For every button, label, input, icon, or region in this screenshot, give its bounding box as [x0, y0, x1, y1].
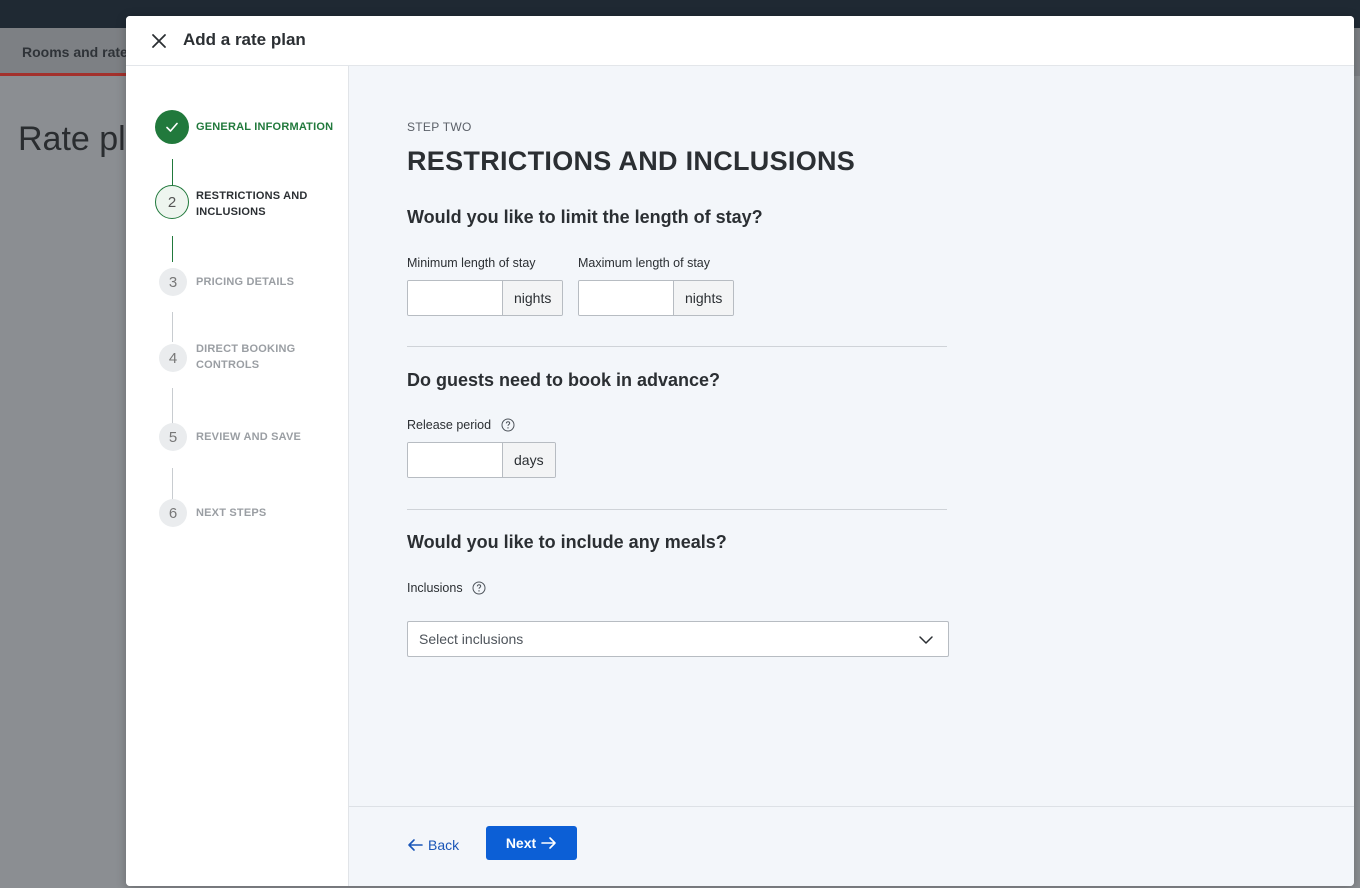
step-label: NEXT STEPS	[196, 507, 267, 519]
nights-addon: nights	[673, 281, 734, 315]
modal-title: Add a rate plan	[183, 30, 306, 49]
inclusions-label-row: Inclusions	[407, 581, 486, 595]
step-connector	[172, 236, 173, 262]
max-length-label: Maximum length of stay	[578, 256, 710, 270]
section-divider	[407, 509, 947, 510]
release-period-label-row: Release period	[407, 418, 515, 432]
next-button[interactable]: Next	[486, 826, 577, 860]
modal-footer: Back Next	[349, 806, 1354, 886]
next-label: Next	[505, 835, 537, 851]
step-number: 2	[155, 185, 189, 219]
stepper: GENERAL INFORMATION 2 RESTRICTIONS AND I…	[126, 66, 349, 886]
section-title: RESTRICTIONS AND INCLUSIONS	[407, 146, 856, 176]
inclusions-label: Inclusions	[407, 581, 463, 595]
form-content: STEP TWO RESTRICTIONS AND INCLUSIONS Wou…	[349, 66, 1354, 806]
inclusions-placeholder: Select inclusions	[419, 631, 524, 647]
step-kicker: STEP TWO	[407, 120, 472, 134]
section-divider	[407, 346, 947, 347]
step-number: 4	[159, 344, 187, 372]
step-number: 6	[159, 499, 187, 527]
step-connector	[172, 312, 173, 342]
release-period-input[interactable]	[408, 443, 502, 477]
step-label: DIRECT BOOKING CONTROLS	[196, 343, 296, 371]
back-button[interactable]: Back	[407, 833, 459, 857]
max-length-group: nights	[578, 280, 735, 316]
help-icon[interactable]	[501, 418, 515, 432]
back-label: Back	[428, 837, 460, 853]
min-length-group: nights	[407, 280, 564, 316]
nights-addon: nights	[502, 281, 563, 315]
modal-header: Add a rate plan	[126, 16, 1354, 66]
release-period-label: Release period	[407, 418, 492, 432]
step-number: 3	[159, 268, 187, 296]
length-of-stay-question: Would you like to limit the length of st…	[407, 207, 763, 227]
step-number: 5	[159, 423, 187, 451]
step-label: RESTRICTIONS AND INCLUSIONS	[196, 190, 308, 218]
min-length-label: Minimum length of stay	[407, 256, 536, 270]
step-label: PRICING DETAILS	[196, 276, 295, 288]
inclusions-select[interactable]: Select inclusions	[407, 621, 949, 657]
step-connector	[172, 468, 173, 500]
step-label: GENERAL INFORMATION	[196, 121, 334, 133]
tab-rooms-and-rates: Rooms and rates	[0, 28, 140, 76]
help-icon[interactable]	[472, 581, 486, 595]
arrow-right-icon	[541, 837, 556, 849]
arrow-left-icon	[408, 839, 423, 851]
step-connector	[172, 388, 173, 426]
days-addon: days	[502, 443, 555, 477]
step-label: REVIEW AND SAVE	[196, 431, 302, 443]
check-icon	[155, 110, 189, 144]
meals-question: Would you like to include any meals?	[407, 532, 727, 552]
add-rate-plan-modal: Add a rate plan GENERAL INFORMATION 2 RE…	[126, 16, 1354, 886]
close-icon[interactable]	[148, 30, 170, 52]
chevron-down-icon	[919, 636, 933, 644]
max-length-input[interactable]	[579, 281, 673, 315]
advance-booking-question: Do guests need to book in advance?	[407, 370, 721, 390]
min-length-input[interactable]	[408, 281, 502, 315]
release-period-group: days	[407, 442, 556, 478]
